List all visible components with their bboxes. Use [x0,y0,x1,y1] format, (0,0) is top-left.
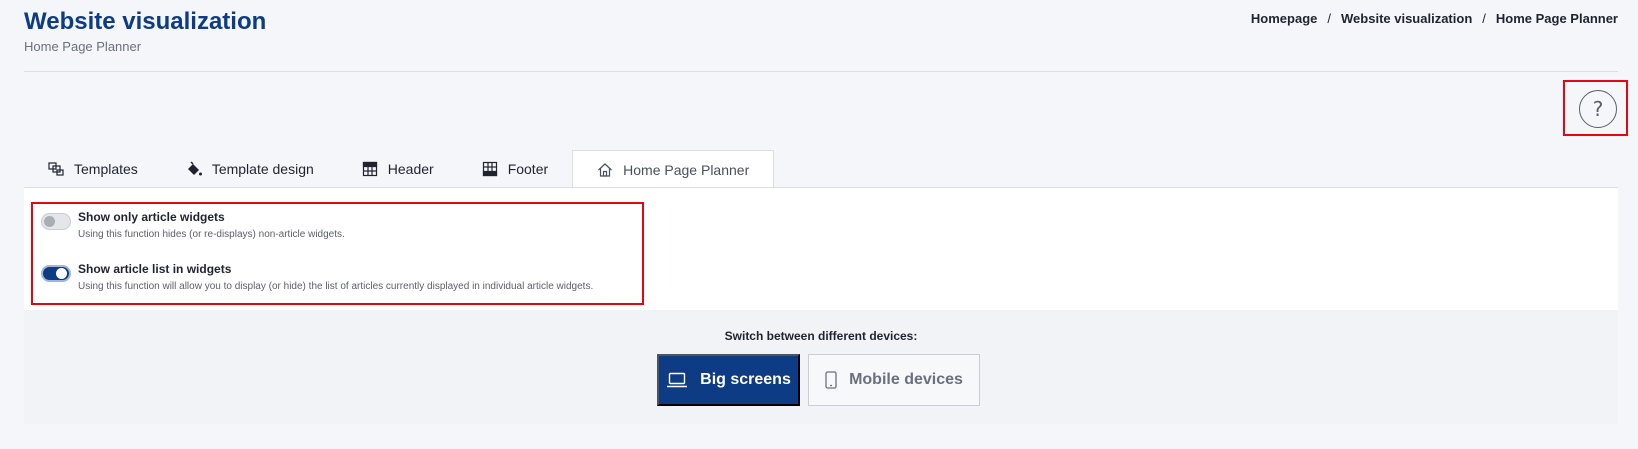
page-title: Website visualization [24,8,267,35]
devices-label: Switch between different devices: [724,329,918,343]
tab-bar: Templates Template design Header Footer [24,150,1618,188]
templates-icon [48,162,64,176]
help-button[interactable]: ? [1579,90,1617,128]
home-icon [598,162,613,177]
planner-panel: Show only article widgets Using this fun… [24,187,1618,424]
layout-footer-icon [482,161,497,177]
paint-bucket-icon [187,161,202,176]
tab-label: Home Page Planner [623,161,750,178]
laptop-icon [667,372,688,388]
help-highlight: ? [1563,80,1628,136]
help-circle-icon: ? [1592,97,1604,121]
toggle-knob [56,268,67,279]
breadcrumb-item-homepage[interactable]: Homepage [1251,11,1317,26]
option-description: Using this function will allow you to di… [78,281,594,292]
show-only-article-widgets-toggle[interactable] [41,213,71,230]
tab-label: Template design [211,161,314,177]
tab-templates[interactable]: Templates [24,150,162,188]
tab-label: Footer [507,161,549,177]
toggle-knob [44,216,55,227]
tab-template-design[interactable]: Template design [162,150,338,188]
option-title: Show article list in widgets [78,262,232,276]
option-title: Show only article widgets [78,210,225,224]
tab-footer[interactable]: Footer [458,150,572,188]
options-highlight: Show only article widgets Using this fun… [31,202,644,305]
breadcrumb-item-home-page-planner: Home Page Planner [1495,11,1618,26]
breadcrumb-separator: / [1327,11,1332,26]
option-description: Using this function hides (or re-display… [78,229,345,240]
breadcrumb: Homepage / Website visualization / Home … [1251,11,1618,26]
big-screens-label: Big screens [700,371,791,388]
breadcrumb-item-website-visualization[interactable]: Website visualization [1341,11,1472,26]
show-article-list-toggle[interactable] [41,265,71,282]
options-area: Show only article widgets Using this fun… [24,188,1618,310]
tab-label: Templates [74,161,138,177]
mobile-devices-button[interactable]: Mobile devices [808,354,980,406]
big-screens-button[interactable]: Big screens [657,354,800,406]
tab-home-page-planner[interactable]: Home Page Planner [572,150,775,188]
layout-header-icon [362,161,377,177]
mobile-devices-label: Mobile devices [849,371,963,388]
page-header: Website visualization Home Page Planner … [24,0,1618,72]
breadcrumb-separator: / [1482,11,1486,26]
smartphone-icon [825,371,837,389]
tab-header[interactable]: Header [338,150,458,188]
tab-label: Header [387,161,434,177]
page-subtitle: Home Page Planner [24,39,142,54]
